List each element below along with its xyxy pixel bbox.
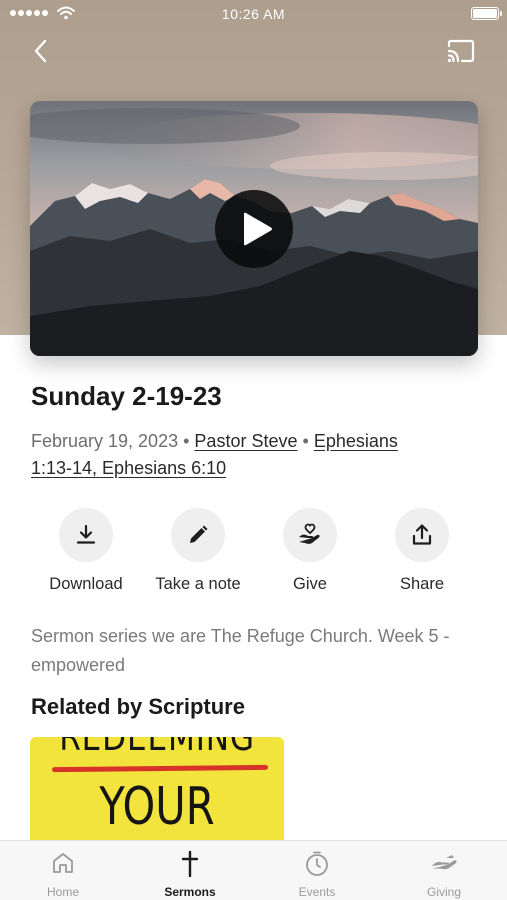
tab-home[interactable]: Home [0, 841, 126, 900]
book-cover-text-main: YOUR [99, 777, 215, 837]
bottom-tab-bar: Home Sermons Events Giving [0, 840, 507, 900]
cast-icon [447, 39, 475, 63]
status-time: 10:26 AM [221, 6, 286, 22]
action-row: Download Take a note Give Share [30, 508, 478, 598]
give-button-circle[interactable] [283, 508, 337, 562]
sermon-video-player[interactable] [30, 101, 478, 356]
take-note-button[interactable]: Take a note [142, 508, 254, 594]
tab-giving[interactable]: Giving [381, 841, 507, 900]
share-label: Share [399, 575, 445, 593]
download-icon [76, 524, 96, 544]
clock-icon [306, 851, 328, 876]
download-button[interactable]: Download [30, 508, 142, 594]
status-bar: 10:26 AM [0, 0, 507, 28]
related-book-card[interactable]: REDEEMING YOUR [30, 737, 284, 847]
tab-events[interactable]: Events [254, 841, 380, 900]
give-label: Give [293, 575, 327, 593]
sermon-title: Sunday 2-19-23 [31, 381, 222, 411]
battery-icon [471, 7, 502, 20]
download-label: Download [49, 575, 123, 593]
sermon-description: Sermon series we are The Refuge Church. … [31, 626, 450, 675]
book-cover-text-top: REDEEMING [59, 737, 255, 759]
pencil-icon [190, 525, 208, 543]
take-note-button-circle[interactable] [171, 508, 225, 562]
home-icon [53, 853, 73, 873]
heart-hand-icon [299, 523, 320, 544]
cross-icon [181, 850, 199, 878]
tab-home-label: Home [46, 885, 79, 899]
share-button[interactable]: Share [366, 508, 478, 594]
book-cover-underline [51, 764, 269, 773]
scripture-link[interactable]: Ephesians [314, 431, 398, 451]
share-icon [412, 524, 432, 545]
sermon-meta: February 19, 2023 • Pastor Steve • Ephes… [31, 428, 471, 482]
tab-sermons-label: Sermons [164, 885, 216, 899]
tab-giving-label: Giving [426, 885, 461, 899]
chevron-left-icon [34, 39, 47, 63]
play-button[interactable] [215, 190, 293, 268]
cast-button[interactable] [445, 38, 477, 66]
tab-events-label: Events [298, 885, 336, 899]
give-button[interactable]: Give [254, 508, 366, 594]
tab-sermons[interactable]: Sermons [127, 841, 253, 900]
related-section-title: Related by Scripture [31, 694, 245, 719]
download-button-circle[interactable] [59, 508, 113, 562]
back-button[interactable] [26, 36, 56, 66]
meta-separator: • [183, 431, 195, 451]
meta-separator: • [302, 431, 314, 451]
speaker-link[interactable]: Pastor Steve [194, 431, 297, 451]
sermon-date: February 19, 2023 [31, 431, 179, 451]
take-note-label: Take a note [155, 575, 241, 593]
share-button-circle[interactable] [395, 508, 449, 562]
scripture-link-continued[interactable]: 1:13-14, Ephesians 6:10 [31, 458, 226, 478]
giving-hand-icon [432, 855, 457, 870]
play-icon [244, 212, 272, 246]
